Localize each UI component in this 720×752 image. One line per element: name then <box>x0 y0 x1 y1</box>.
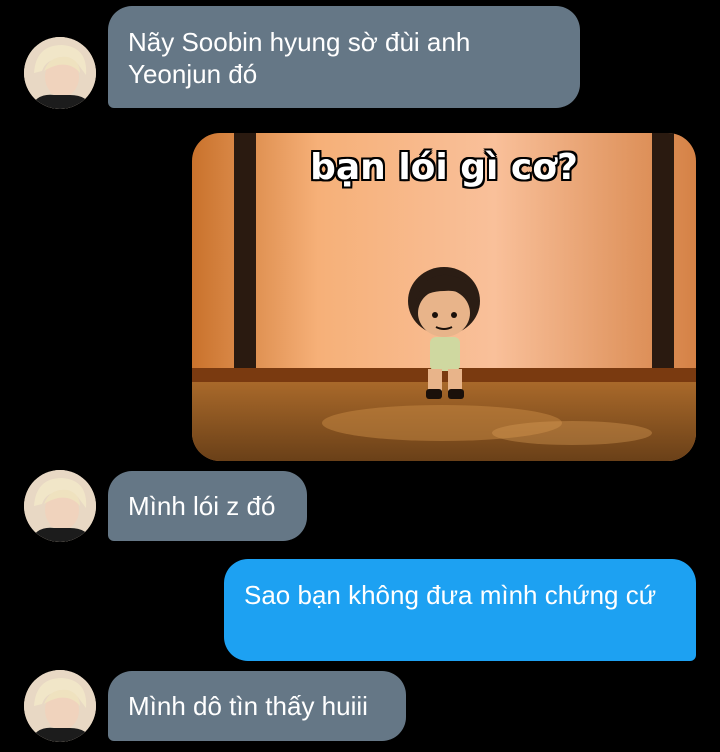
meme-image[interactable]: bạn lói gì cơ? <box>192 133 696 461</box>
outgoing-message[interactable]: Sao bạn không đưa mình chứng cứ <box>224 559 696 661</box>
incoming-message[interactable]: Mình lói z đó <box>108 471 307 541</box>
message-text: Sao bạn không đưa mình chứng cứ <box>244 580 657 610</box>
incoming-message[interactable]: Nãy Soobin hyung sờ đùi anh Yeonjun đó <box>108 6 580 108</box>
message-text: Nãy Soobin hyung sờ đùi anh Yeonjun đó <box>128 27 471 89</box>
avatar[interactable] <box>24 470 96 542</box>
message-text: Mình dô tìn thấy huiii <box>128 691 368 721</box>
avatar[interactable] <box>24 670 96 742</box>
avatar[interactable] <box>24 37 96 109</box>
message-text: Mình lói z đó <box>128 491 276 521</box>
meme-caption: bạn lói gì cơ? <box>310 147 578 188</box>
incoming-message[interactable]: Mình dô tìn thấy huiii <box>108 671 406 741</box>
